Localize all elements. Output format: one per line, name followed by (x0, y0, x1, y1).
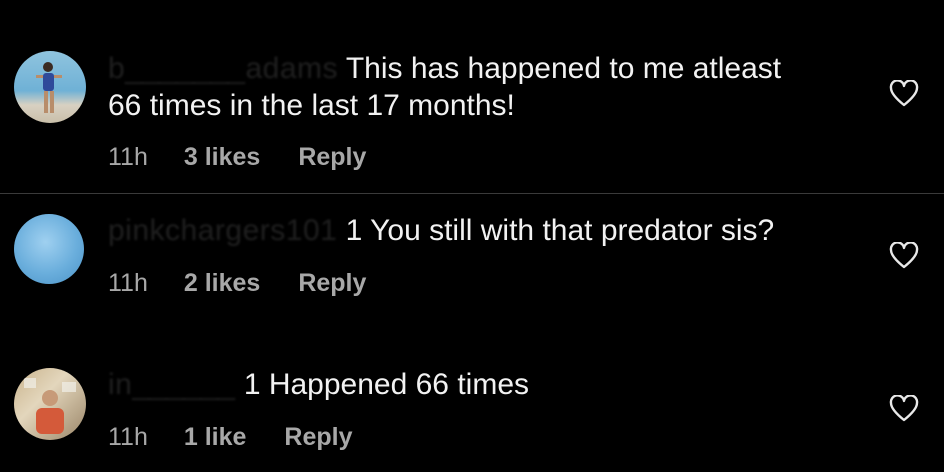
comment-timestamp: 11h (108, 143, 148, 171)
comment-timestamp: 11h (108, 269, 148, 297)
comment-username[interactable]: in______ (108, 368, 235, 401)
comment-username[interactable]: b_______adams (108, 52, 338, 85)
comment-meta: 11h 2 likes Reply (108, 269, 366, 298)
reply-button[interactable]: Reply (298, 269, 366, 298)
comment-1: b_______adams This has happened to me at… (0, 0, 944, 192)
comment-likes-count[interactable]: 1 like (184, 423, 247, 452)
heart-outline-icon[interactable] (889, 395, 919, 423)
heart-outline-icon[interactable] (889, 242, 919, 270)
comment-timestamp: 11h (108, 423, 148, 451)
avatar[interactable] (14, 51, 86, 123)
comment-text: 1 Happened 66 times (243, 368, 530, 401)
comment-text: This has happened to me atleast (345, 52, 782, 85)
comment-text-continued: 66 times in the last 17 months! (108, 89, 515, 122)
comment-text: 1 You still with that predator sis? (345, 214, 775, 247)
reply-button[interactable]: Reply (284, 423, 352, 452)
avatar-person-figure-icon (36, 62, 62, 113)
comment-username[interactable]: pinkchargers101 (108, 214, 337, 247)
avatar[interactable] (14, 368, 86, 440)
avatar[interactable] (14, 214, 84, 284)
comment-3: in______ 1 Happened 66 times 11h 1 like … (0, 334, 944, 472)
comment-2: pinkchargers101 1 You still with that pr… (0, 194, 944, 334)
reply-button[interactable]: Reply (298, 143, 366, 172)
heart-outline-icon[interactable] (889, 80, 919, 108)
comment-meta: 11h 3 likes Reply (108, 143, 366, 172)
avatar-person-figure-icon (24, 378, 76, 434)
comment-meta: 11h 1 like Reply (108, 423, 353, 452)
comment-likes-count[interactable]: 2 likes (184, 269, 260, 298)
comment-likes-count[interactable]: 3 likes (184, 143, 260, 172)
